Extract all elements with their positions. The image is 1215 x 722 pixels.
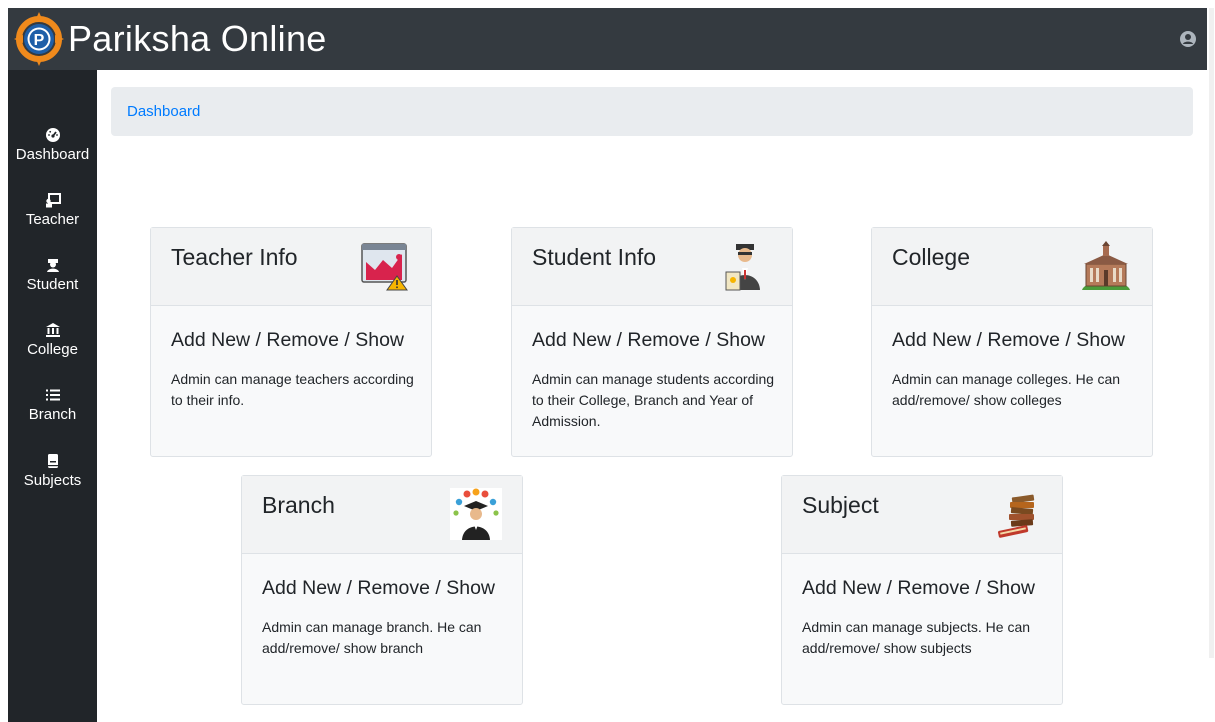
card-description: Admin can manage colleges. He can add/re… <box>892 371 1121 408</box>
card-college[interactable]: College Add New / Remove / Show Admin ca… <box>871 227 1153 457</box>
sidebar-item-label: Student <box>26 276 79 293</box>
sidebar-item-label: College <box>27 341 78 358</box>
card-branch[interactable]: Branch Add New / Remove / Show Admin can… <box>241 475 523 705</box>
card-title: Teacher Info <box>171 244 298 270</box>
card-title: Student Info <box>532 244 657 270</box>
card-header: Student Info <box>512 228 792 306</box>
card-description: Admin can manage teachers according to t… <box>171 371 414 408</box>
card-title: Subject <box>802 492 879 518</box>
sidebar-item-college[interactable]: College <box>8 321 97 359</box>
teacher-chart-icon <box>361 243 408 291</box>
college-building-icon <box>45 323 60 337</box>
card-subtitle[interactable]: Add New / Remove / Show <box>262 577 495 600</box>
sidebar-item-subjects[interactable]: Subjects <box>8 452 97 490</box>
card-subtitle[interactable]: Add New / Remove / Show <box>802 577 1035 600</box>
sidebar-item-label: Dashboard <box>15 146 90 163</box>
card-student-info[interactable]: Student Info Add New / Remove / Show Adm… <box>511 227 793 457</box>
books-stack-icon <box>997 494 1035 538</box>
card-title: College <box>892 244 970 270</box>
app-title: Pariksha Online <box>68 18 327 59</box>
card-description: Admin can manage subjects. He can add/re… <box>802 619 1031 656</box>
sidebar-item-label: Subjects <box>23 472 82 489</box>
teacher-board-icon <box>45 193 61 208</box>
card-description: Admin can manage students according to t… <box>532 371 775 429</box>
card-subject[interactable]: Subject Add New / Remove / Show Admin ca… <box>781 475 1063 705</box>
user-account-icon[interactable] <box>1179 30 1197 48</box>
card-subtitle[interactable]: Add New / Remove / Show <box>532 329 765 352</box>
sidebar: Dashboard Teacher Student College Branch… <box>8 70 97 722</box>
graduate-icon <box>450 488 502 540</box>
student-icon <box>46 259 59 272</box>
breadcrumb-dashboard-link[interactable]: Dashboard <box>127 103 200 120</box>
top-navbar: P Pariksha Online <box>8 8 1207 70</box>
card-teacher-info[interactable]: Teacher Info Add New / Remove / Show Adm… <box>150 227 432 457</box>
sidebar-item-teacher[interactable]: Teacher <box>8 191 97 229</box>
card-subtitle[interactable]: Add New / Remove / Show <box>892 329 1125 352</box>
book-icon <box>47 454 58 468</box>
pariksha-logo-icon: P <box>14 12 64 66</box>
breadcrumb: Dashboard <box>111 87 1193 136</box>
svg-text:P: P <box>34 32 45 49</box>
scrollbar-thumb[interactable] <box>1209 8 1214 658</box>
card-title: Branch <box>262 492 335 518</box>
college-building-icon <box>1082 241 1130 290</box>
card-header: Branch <box>242 476 522 554</box>
brand[interactable]: P Pariksha Online <box>14 12 327 66</box>
sidebar-item-dashboard[interactable]: Dashboard <box>8 126 97 164</box>
card-header: College <box>872 228 1152 306</box>
card-header: Subject <box>782 476 1062 554</box>
list-icon <box>45 389 60 401</box>
card-header: Teacher Info <box>151 228 431 306</box>
card-subtitle[interactable]: Add New / Remove / Show <box>171 329 404 352</box>
card-description: Admin can manage branch. He can add/remo… <box>262 619 482 656</box>
dashboard-gauge-icon <box>45 128 60 142</box>
window-frame <box>0 0 8 722</box>
sidebar-item-student[interactable]: Student <box>8 256 97 294</box>
sidebar-item-label: Teacher <box>25 211 80 228</box>
sidebar-item-branch[interactable]: Branch <box>8 386 97 424</box>
sidebar-item-label: Branch <box>28 406 77 423</box>
student-person-icon <box>725 244 760 291</box>
